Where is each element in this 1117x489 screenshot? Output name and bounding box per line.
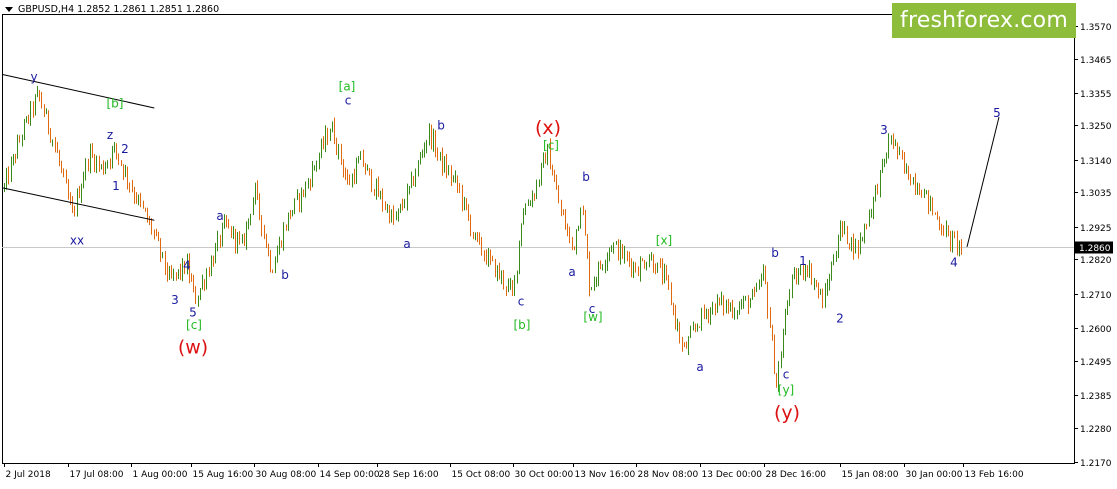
wave-label: [b] [107, 97, 124, 111]
wave-label: [b] [514, 318, 531, 332]
wave-label: 2 [121, 142, 129, 156]
x-tick-label: 14 Sep 00:00 [320, 470, 380, 480]
chart-header: GBPUSD,H4 1.2852 1.2861 1.2851 1.2860 [5, 4, 219, 15]
y-tick-label: 1.2710 [1080, 291, 1112, 301]
symbol-label: GBPUSD,H4 [18, 4, 75, 15]
y-tick-label: 1.2925 [1080, 224, 1112, 234]
wave-label: a [216, 209, 223, 223]
y-tick-label: 1.2385 [1080, 392, 1112, 402]
x-tick-label: 2 Jul 2018 [6, 470, 51, 480]
y-tick-label: 1.3250 [1080, 122, 1112, 132]
y-tick-label: 1.2170 [1080, 459, 1112, 469]
wave-label: a [696, 360, 703, 374]
chart-window: 1.3570 1.3465 1.3355 1.3250 1.3140 1.3035 1.29… [0, 0, 1117, 489]
wave-label: [a] [339, 80, 356, 94]
wave-label: 1 [112, 179, 120, 193]
x-tick-label: 1 Aug 00:00 [133, 470, 188, 480]
wave-label: 3 [880, 123, 888, 137]
wave-label: (w) [178, 337, 208, 359]
y-tick-label: 1.2495 [1080, 358, 1112, 368]
wave-label: c [783, 368, 790, 382]
x-tick-label: 30 Jan 00:00 [906, 470, 963, 480]
wave-label: [c] [186, 318, 202, 332]
y-tick-label: 1.3465 [1080, 56, 1112, 66]
x-tick-label: 15 Aug 16:00 [193, 470, 254, 480]
wave-label: b [437, 118, 445, 132]
wave-label: [y] [778, 383, 794, 397]
brand-logo: freshforex.com [892, 3, 1076, 38]
wave-label: c [518, 294, 525, 308]
wave-label: [c] [543, 139, 559, 153]
x-tick-label: 13 Dec 00:00 [702, 470, 763, 480]
x-tick-label: 28 Nov 08:00 [638, 470, 699, 480]
wave-label: a [568, 265, 575, 279]
dropdown-caret-icon[interactable] [5, 7, 13, 12]
x-tick-label: 17 Jul 08:00 [70, 470, 124, 480]
wave-label: 5 [993, 106, 1001, 120]
channel-line [1, 187, 155, 221]
plot-frame [2, 14, 1075, 464]
x-tick-label: 28 Sep 16:00 [379, 470, 439, 480]
price-chart[interactable]: 1.3570 1.3465 1.3355 1.3250 1.3140 1.3035 1.29… [0, 0, 1117, 489]
wave-label: b [281, 268, 289, 282]
wave-label: a [403, 237, 410, 251]
projection-line [966, 116, 1000, 248]
x-tick-label: 30 Aug 08:00 [256, 470, 317, 480]
channel-line [1, 73, 155, 109]
y-tick-label: 1.3570 [1080, 23, 1112, 33]
wave-label: (x) [535, 117, 561, 139]
current-price-label: 1.2860 [1079, 244, 1111, 254]
y-tick-label: 1.3035 [1080, 189, 1112, 199]
y-tick-label: 1.3140 [1080, 157, 1112, 167]
wave-label: z [107, 128, 113, 142]
wave-label: xx [70, 234, 84, 248]
y-tick-label: 1.2600 [1080, 325, 1112, 335]
wave-label: c [345, 94, 352, 108]
y-tick-label: 1.3355 [1080, 90, 1112, 100]
wave-label: [w] [583, 310, 602, 324]
wave-label: b [771, 246, 779, 260]
wave-label: b [582, 170, 590, 184]
x-tick-label: 30 Oct 00:00 [515, 470, 574, 480]
wave-label: y [30, 70, 37, 84]
x-tick-label: 15 Oct 08:00 [452, 470, 511, 480]
x-tick-label: 13 Feb 16:00 [965, 470, 1024, 480]
wave-label: 3 [171, 293, 179, 307]
wave-label: (y) [774, 402, 800, 424]
x-tick-label: 15 Jan 08:00 [842, 470, 899, 480]
wave-label: 4 [950, 255, 958, 269]
wave-label: 4 [183, 259, 191, 273]
wave-label: 1 [799, 254, 807, 268]
ohlc-quotes: 1.2852 1.2861 1.2851 1.2860 [77, 4, 220, 15]
x-tick-label: 13 Nov 16:00 [575, 470, 636, 480]
wave-label: 2 [836, 312, 844, 326]
x-tick-label: 28 Dec 16:00 [766, 470, 827, 480]
y-tick-label: 1.2820 [1080, 256, 1112, 266]
wave-label: [x] [656, 234, 672, 248]
y-tick-label: 1.2280 [1080, 425, 1112, 435]
candles [4, 85, 962, 392]
